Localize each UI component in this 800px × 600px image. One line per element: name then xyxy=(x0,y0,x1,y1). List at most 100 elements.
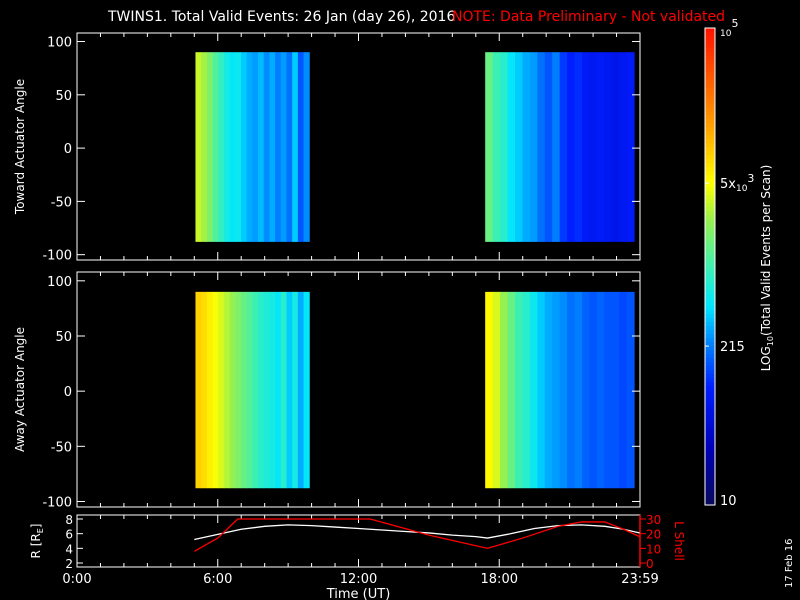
colorbar-segment xyxy=(705,91,715,97)
colorbar-segment xyxy=(705,365,715,371)
colorbar-segment xyxy=(705,31,715,37)
heatmap-column xyxy=(552,52,561,242)
colorbar-segment xyxy=(705,75,715,81)
colorbar-segment xyxy=(705,127,715,132)
colorbar-segment xyxy=(705,87,715,93)
r-tick-label: 8 xyxy=(65,513,73,527)
colorbar-segment xyxy=(705,473,715,478)
colorbar-segment xyxy=(705,457,715,462)
heatmap-column xyxy=(235,291,242,489)
heatmap-column xyxy=(223,291,231,489)
r-axis-label: R [RE] xyxy=(29,524,45,559)
heatmap-column xyxy=(529,291,538,489)
heatmap-column xyxy=(611,291,620,489)
heatmap-column xyxy=(492,52,501,242)
heatmap-column xyxy=(619,291,628,489)
colorbar-segment xyxy=(705,39,715,45)
colorbar-segment xyxy=(705,445,715,450)
colorbar-segment xyxy=(705,210,715,216)
heatmap-column xyxy=(258,291,265,489)
tick-text: 10 xyxy=(720,494,737,509)
heatmap-column xyxy=(275,291,282,489)
heatmap-column xyxy=(492,291,501,489)
colorbar-segment xyxy=(705,218,715,224)
heatmap-column xyxy=(596,291,605,489)
heatmap-column xyxy=(223,52,231,242)
heatmap-column xyxy=(212,52,219,242)
colorbar-segment xyxy=(705,322,715,327)
colorbar-segment xyxy=(705,338,715,343)
colorbar-segment xyxy=(705,290,715,295)
heatmap-column xyxy=(263,291,270,489)
heatmap-column xyxy=(552,291,561,489)
colorbar-tick-label: 5x103 xyxy=(720,172,754,194)
tick-text: 215 xyxy=(720,340,745,355)
plot-title: TWINS1. Total Valid Events: 26 Jan (day … xyxy=(107,9,455,25)
colorbar-segment xyxy=(705,262,715,268)
colorbar-segment xyxy=(705,107,715,113)
colorbar-segment xyxy=(705,405,715,411)
colorbar-segment xyxy=(705,346,715,351)
colorbar-segment xyxy=(705,274,715,280)
colorbar-segment xyxy=(705,234,715,240)
heatmap-column xyxy=(500,52,509,242)
colorbar-segment xyxy=(705,453,715,458)
colorbar-segment xyxy=(705,226,715,232)
colorbar-segment xyxy=(705,71,715,77)
heatmap-column xyxy=(303,52,310,242)
heatmap-column xyxy=(507,291,516,489)
colorbar-segment xyxy=(705,159,715,164)
colorbar-segment xyxy=(705,238,715,244)
colorbar-segment xyxy=(705,59,715,65)
colorbar-segment xyxy=(705,171,715,176)
heatmap-column xyxy=(567,291,576,489)
heatmap-column xyxy=(263,52,270,242)
colorbar-segment xyxy=(705,330,715,335)
colorbar-segment xyxy=(705,497,715,502)
heatmap-column xyxy=(195,52,202,242)
colorbar-segment xyxy=(705,294,715,299)
x-tick-label: 23:59 xyxy=(621,572,658,587)
colorbar-segment xyxy=(705,409,715,415)
y-tick-label: -100 xyxy=(42,249,72,264)
colorbar-segment xyxy=(705,489,715,494)
heatmap-column xyxy=(246,52,253,242)
heatmap-column xyxy=(544,52,553,242)
colorbar-segment xyxy=(705,413,715,419)
colorbar-segment xyxy=(705,143,715,148)
heatmap-column xyxy=(269,52,276,242)
heatmap-column xyxy=(507,52,516,242)
heatmap-column xyxy=(303,291,310,489)
colorbar-segment xyxy=(705,266,715,272)
heatmap-column xyxy=(297,291,305,489)
colorbar-segment xyxy=(705,163,715,168)
y-tick-label: -50 xyxy=(51,440,72,455)
colorbar-segment xyxy=(705,167,715,172)
heatmap-column xyxy=(292,291,299,489)
heatmap-column xyxy=(485,291,494,489)
heatmap-column xyxy=(574,291,583,489)
colorbar-segment xyxy=(705,401,715,407)
y-tick-label: -50 xyxy=(51,195,72,210)
colorbar-segment xyxy=(705,202,715,208)
colorbar-segment xyxy=(705,139,715,144)
colorbar-segment xyxy=(705,198,715,204)
colorbar-segment xyxy=(705,115,715,121)
l-tick-label: 0 xyxy=(646,557,654,571)
colorbar-segment xyxy=(705,389,715,395)
panel-toward: 100 50 0 -50 -100 Toward Actuator Angle xyxy=(13,32,641,264)
colorbar-segment xyxy=(705,83,715,89)
colorbar-segment xyxy=(705,135,715,140)
colorbar-segment xyxy=(705,298,715,303)
colorbar-segment xyxy=(705,99,715,105)
heatmap-column xyxy=(485,52,494,242)
colorbar-segment xyxy=(705,246,715,252)
colorbar-segment xyxy=(705,43,715,49)
y-tick-label: 100 xyxy=(47,275,72,290)
colorbar-segment xyxy=(705,230,715,236)
colorbar-segment xyxy=(705,417,715,423)
twins-plot: TWINS1. Total Valid Events: 26 Jan (day … xyxy=(13,9,795,600)
heatmap-column xyxy=(589,291,598,489)
heatmap-column xyxy=(581,291,590,489)
colorbar-segment xyxy=(705,95,715,101)
